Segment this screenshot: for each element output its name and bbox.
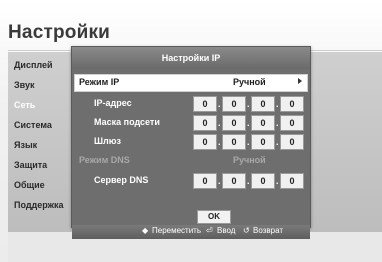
gateway-octet-2[interactable]: 0 (222, 134, 246, 150)
octet-separator: . (218, 137, 221, 147)
ip-address-octet-3[interactable]: 0 (251, 96, 275, 112)
ip-address-label: IP-адрес (94, 98, 132, 108)
return-hint: Возврат (253, 226, 283, 235)
sidebar-item-general[interactable]: Общие (14, 180, 45, 190)
octet-separator: . (218, 176, 221, 186)
octet-separator: . (276, 137, 279, 147)
sidebar-item-support[interactable]: Поддержка (14, 200, 64, 210)
gateway-octet-3[interactable]: 0 (251, 134, 275, 150)
sidebar-item-network[interactable]: Сеть (14, 100, 35, 110)
sidebar-item-sound[interactable]: Звук (14, 80, 34, 90)
chevron-right-icon (298, 78, 302, 84)
subnet-mask-octet-3[interactable]: 0 (251, 115, 275, 131)
ip-mode-value: Ручной (233, 77, 266, 87)
dns-mode-value: Ручной (233, 155, 266, 165)
ip-address-octet-4[interactable]: 0 (280, 96, 304, 112)
move-hint: Переместить (152, 226, 202, 235)
octet-separator: . (276, 99, 279, 109)
ip-mode-label: Режим IP (79, 77, 120, 87)
return-icon: ↺ (243, 226, 250, 235)
ip-address-octet-2[interactable]: 0 (222, 96, 246, 112)
octet-separator: . (218, 118, 221, 128)
ip-settings-dialog: Настройки IP Режим IP Ручной IP-адрес 0 … (71, 46, 311, 239)
dns-server-octet-1[interactable]: 0 (193, 173, 217, 189)
gateway-label: Шлюз (94, 136, 121, 146)
dns-mode-label: Режим DNS (79, 155, 130, 165)
octet-separator: . (247, 118, 250, 128)
ip-address-octet-1[interactable]: 0 (193, 96, 217, 112)
subnet-mask-octet-2[interactable]: 0 (222, 115, 246, 131)
page-title: Настройки (8, 22, 111, 43)
dns-server-label: Сервер DNS (94, 175, 149, 185)
dns-server-octet-4[interactable]: 0 (280, 173, 304, 189)
sidebar-item-display[interactable]: Дисплей (14, 60, 53, 70)
octet-separator: . (276, 176, 279, 186)
octet-separator: . (247, 99, 250, 109)
octet-separator: . (276, 118, 279, 128)
subnet-mask-octet-4[interactable]: 0 (280, 115, 304, 131)
sidebar-item-system[interactable]: Система (14, 120, 52, 130)
settings-screen: Настройки Дисплей Звук Сеть Система Язык… (0, 0, 382, 262)
octet-separator: . (218, 99, 221, 109)
octet-separator: . (247, 137, 250, 147)
dialog-title-text: Настройки IP (161, 53, 221, 63)
move-icon: ◆ (142, 226, 149, 235)
octet-separator: . (247, 176, 250, 186)
dialog-title: Настройки IP (72, 47, 310, 69)
dns-server-octet-2[interactable]: 0 (222, 173, 246, 189)
enter-hint: Ввод (217, 226, 236, 235)
enter-icon: ⏎ (206, 226, 213, 235)
sidebar-item-language[interactable]: Язык (14, 140, 37, 150)
sidebar-item-security[interactable]: Защита (14, 160, 47, 170)
gateway-octet-4[interactable]: 0 (280, 134, 304, 150)
gateway-octet-1[interactable]: 0 (193, 134, 217, 150)
subnet-mask-label: Маска подсети (94, 117, 160, 127)
subnet-mask-octet-1[interactable]: 0 (193, 115, 217, 131)
ok-button[interactable]: OK (197, 210, 231, 224)
dns-server-octet-3[interactable]: 0 (251, 173, 275, 189)
